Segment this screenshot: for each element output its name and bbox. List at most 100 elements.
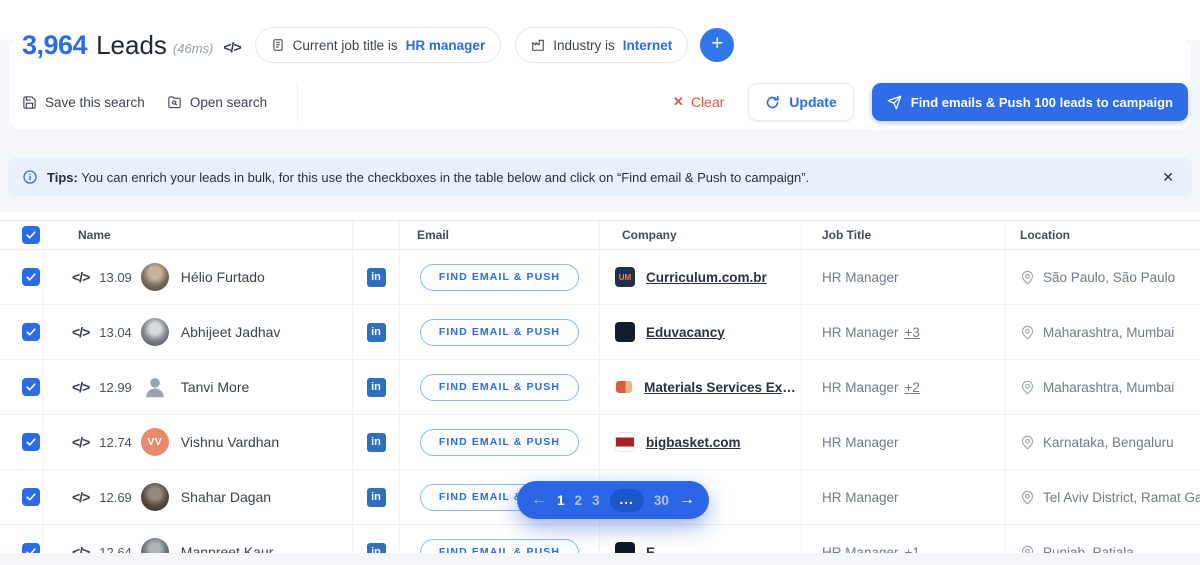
location-pin-icon — [1020, 490, 1035, 505]
code-icon[interactable]: </> — [72, 544, 89, 553]
location-pin-icon — [1020, 545, 1035, 554]
tips-close-button[interactable]: ✕ — [1158, 167, 1178, 188]
filter-prefix: Industry is — [553, 38, 615, 53]
location-text: Punjab, Patiala — [1043, 545, 1134, 554]
avatar-initials: VV — [141, 428, 169, 456]
folder-search-icon — [167, 95, 182, 110]
select-all-checkbox[interactable] — [22, 226, 40, 244]
company-link[interactable]: Materials Services Exch... — [644, 380, 801, 395]
refresh-icon — [765, 95, 780, 110]
job-title: HR Manager — [822, 325, 899, 340]
clear-filters-button[interactable]: ✕ Clear — [667, 93, 730, 111]
job-title-extra[interactable]: +1 — [905, 545, 920, 554]
page-button-last[interactable]: 30 — [654, 493, 669, 508]
row-checkbox[interactable] — [22, 378, 40, 396]
lead-name: Manpreet Kaur — [181, 544, 274, 553]
push-campaign-label: Find emails & Push 100 leads to campaign — [911, 95, 1173, 110]
page-button-3[interactable]: 3 — [592, 493, 600, 508]
job-title: HR Manager — [822, 270, 899, 285]
job-title: HR Manager — [822, 490, 899, 505]
find-emails-push-campaign-button[interactable]: Find emails & Push 100 leads to campaign — [872, 83, 1188, 121]
clear-label: Clear — [691, 94, 724, 110]
find-email-push-button[interactable]: FIND EMAIL & PUSH — [420, 319, 579, 346]
divider — [297, 83, 298, 121]
page-button-2[interactable]: 2 — [575, 493, 583, 508]
lead-score: 12.99 — [99, 380, 132, 395]
search-actions-row: Save this search Open search ✕ Clear Upd… — [22, 82, 1188, 122]
find-email-push-button[interactable]: FIND EMAIL & PUSH — [420, 539, 579, 554]
linkedin-icon[interactable]: in — [367, 378, 386, 397]
lead-name: Vishnu Vardhan — [181, 434, 279, 450]
avatar — [141, 318, 169, 346]
update-label: Update — [789, 94, 836, 110]
job-title-badge-icon — [271, 38, 285, 52]
linkedin-icon[interactable]: in — [367, 543, 386, 554]
tips-label: Tips: — [47, 170, 78, 185]
row-checkbox[interactable] — [22, 433, 40, 451]
table-row: </> 12.64 Manpreet Kaur in FIND EMAIL & … — [0, 525, 1200, 553]
code-icon[interactable]: </> — [72, 269, 89, 285]
linkedin-icon[interactable]: in — [367, 268, 386, 287]
code-icon[interactable]: </> — [223, 39, 240, 55]
lead-score: 12.69 — [99, 490, 132, 505]
find-email-push-button[interactable]: FIND EMAIL & PUSH — [420, 264, 579, 291]
tips-banner: Tips: You can enrich your leads in bulk,… — [8, 158, 1192, 196]
lead-score: 13.09 — [99, 270, 132, 285]
next-page-arrow-icon[interactable]: → — [679, 491, 695, 509]
company-logo — [615, 432, 635, 452]
location-text: São Paulo, São Paulo — [1043, 270, 1175, 285]
tips-text: You can enrich your leads in bulk, for t… — [81, 170, 809, 185]
previous-page-arrow-icon[interactable]: ← — [531, 491, 547, 509]
row-checkbox[interactable] — [22, 543, 40, 553]
add-filter-button[interactable]: + — [700, 28, 734, 62]
column-header-job-title: Job Title — [802, 221, 1006, 249]
pagination-ellipsis[interactable]: ... — [610, 489, 644, 512]
location-text: Maharashtra, Mumbai — [1043, 380, 1174, 395]
table-row: </> 13.04 Abhijeet Jadhav in FIND EMAIL … — [0, 305, 1200, 360]
avatar — [141, 483, 169, 511]
code-icon[interactable]: </> — [72, 324, 89, 340]
linkedin-icon[interactable]: in — [367, 323, 386, 342]
company-link[interactable]: Eduvacancy — [646, 325, 725, 340]
code-icon[interactable]: </> — [72, 489, 89, 505]
filter-chip-job-title[interactable]: Current job title is HR manager — [255, 27, 502, 63]
avatar — [141, 263, 169, 291]
leads-label: Leads — [96, 30, 167, 61]
pagination: ← 1 2 3 ... 30 → — [517, 481, 709, 519]
leads-count: 3,964 — [22, 30, 87, 61]
company-link[interactable]: Curriculum.com.br — [646, 270, 767, 285]
column-header-email: Email — [400, 221, 600, 249]
save-search-button[interactable]: Save this search — [22, 95, 145, 110]
update-button[interactable]: Update — [748, 83, 853, 121]
avatar — [141, 538, 169, 553]
open-search-button[interactable]: Open search — [167, 95, 267, 110]
code-icon[interactable]: </> — [72, 379, 89, 395]
table-header-row: Name Email Company Job Title Location — [0, 220, 1200, 250]
location-pin-icon — [1020, 325, 1035, 340]
linkedin-icon[interactable]: in — [367, 433, 386, 452]
table-row: </> 13.09 Hélio Furtado in FIND EMAIL & … — [0, 250, 1200, 305]
filter-chip-industry[interactable]: Industry is Internet — [515, 27, 688, 63]
save-search-label: Save this search — [45, 95, 145, 110]
find-email-push-button[interactable]: FIND EMAIL & PUSH — [420, 429, 579, 456]
job-title-extra[interactable]: +3 — [905, 325, 920, 340]
find-email-push-button[interactable]: FIND EMAIL & PUSH — [420, 374, 579, 401]
code-icon[interactable]: </> — [72, 434, 89, 450]
lead-score: 13.04 — [99, 325, 132, 340]
company-link[interactable]: bigbasket.com — [646, 435, 741, 450]
job-title: HR Manager — [822, 545, 899, 554]
lead-name: Tanvi More — [181, 379, 249, 395]
row-checkbox[interactable] — [22, 268, 40, 286]
job-title-extra[interactable]: +2 — [905, 380, 920, 395]
page-button-1[interactable]: 1 — [557, 493, 565, 508]
company-link[interactable]: E... — [646, 545, 666, 554]
location-pin-icon — [1020, 435, 1035, 450]
company-logo — [616, 381, 632, 393]
row-checkbox[interactable] — [22, 323, 40, 341]
save-icon — [22, 95, 37, 110]
send-icon — [887, 95, 902, 110]
person-icon — [142, 374, 168, 400]
clear-x-icon: ✕ — [673, 94, 684, 110]
row-checkbox[interactable] — [22, 488, 40, 506]
linkedin-icon[interactable]: in — [367, 488, 386, 507]
